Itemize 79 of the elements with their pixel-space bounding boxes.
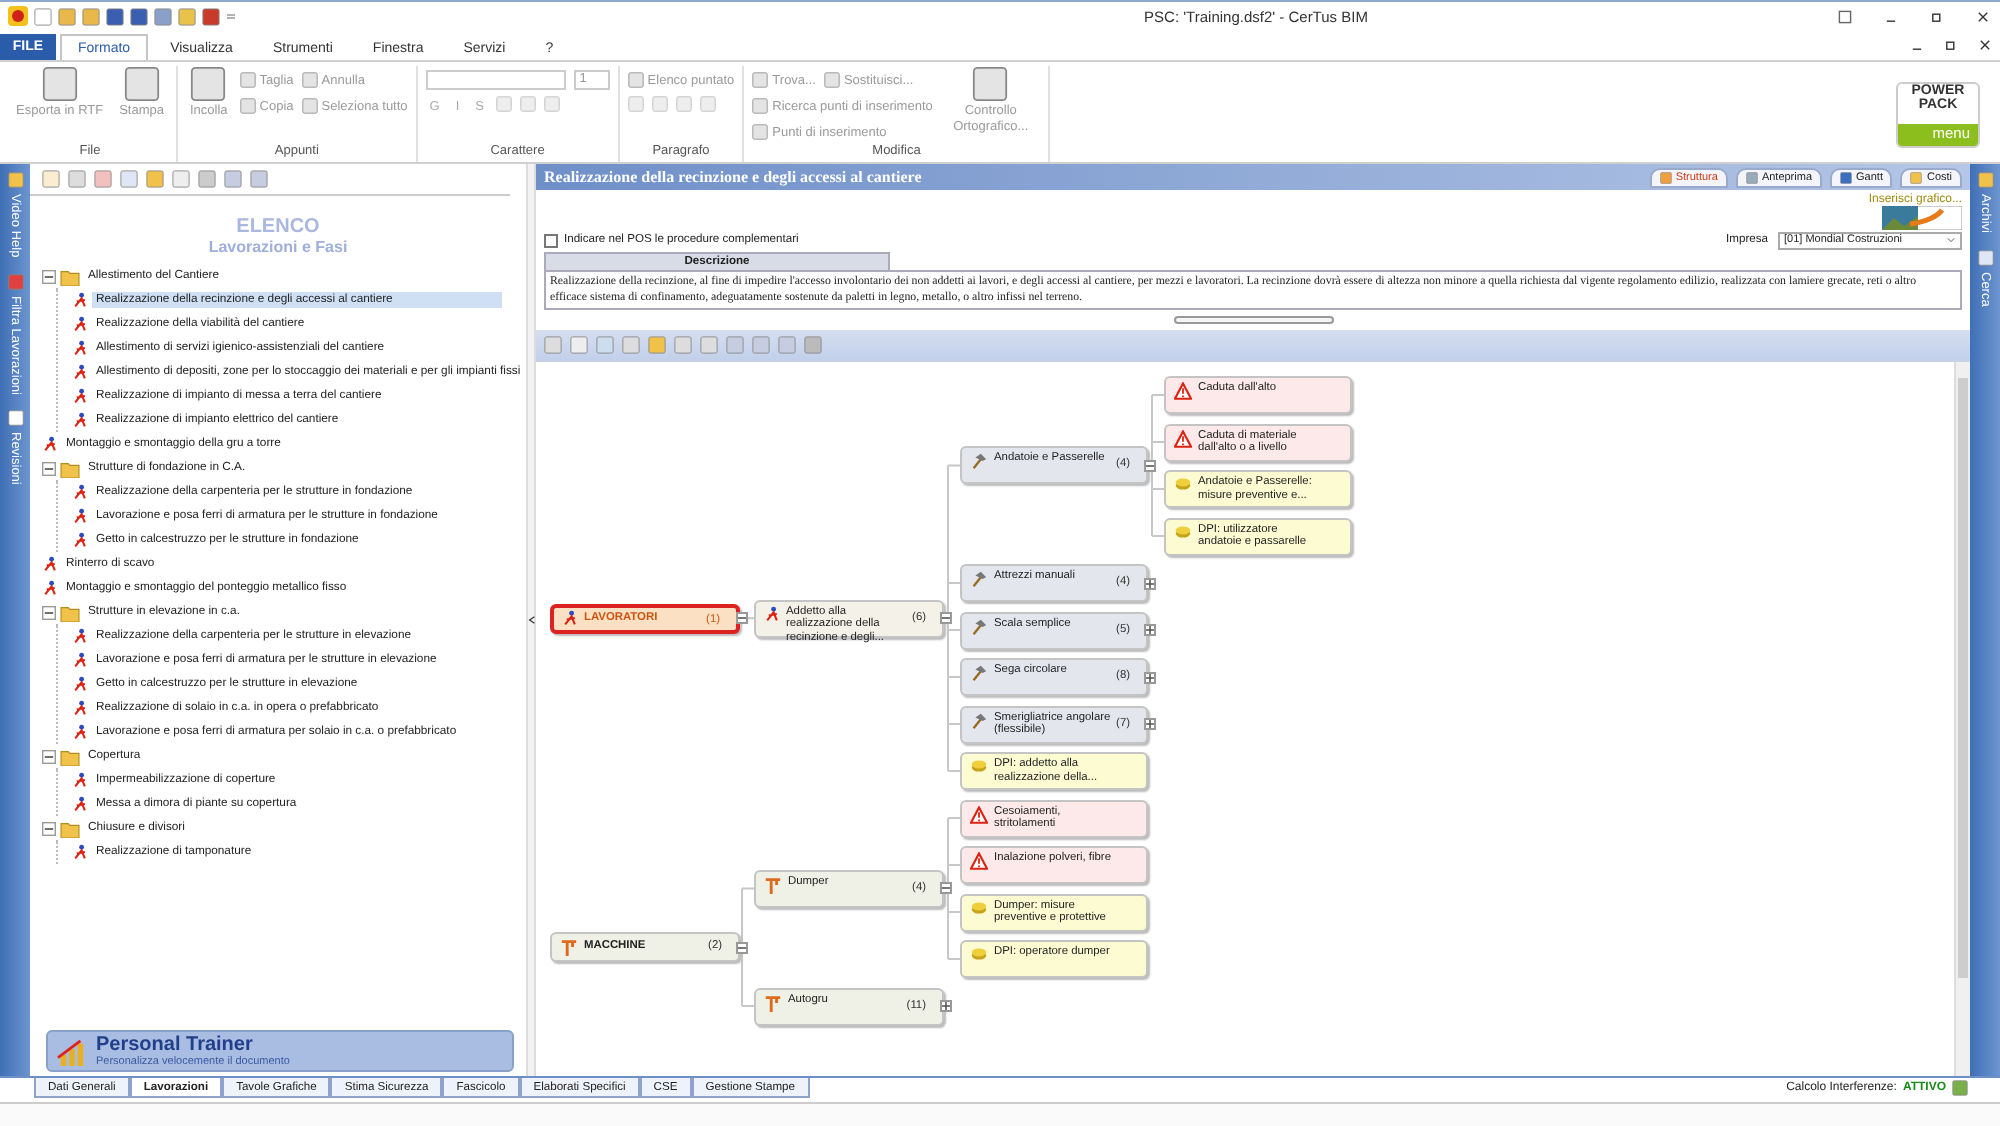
worker-icon — [72, 844, 88, 860]
worker-icon — [562, 610, 578, 627]
banner-title: Personal Trainer — [96, 1035, 255, 1055]
detail-title: Realizzazione della recinzione e degli accessi al cantiere — [544, 168, 922, 186]
image-arrow-icon — [1882, 206, 1962, 230]
growth-chart-icon — [56, 1037, 88, 1065]
side-tab-icon — [7, 273, 23, 290]
worker-icon — [42, 436, 58, 452]
worker-icon — [72, 508, 88, 524]
worker-icon — [72, 292, 88, 308]
collapse-icon[interactable] — [940, 612, 952, 625]
scrollbar[interactable] — [1954, 362, 1970, 1076]
warning-icon — [1174, 382, 1192, 400]
crane-icon — [764, 875, 782, 894]
font-field[interactable] — [425, 70, 566, 90]
worker-icon — [72, 676, 88, 692]
tab-icon — [1840, 171, 1853, 183]
coins-icon — [970, 758, 988, 774]
collapse-icon[interactable] — [940, 882, 952, 895]
coins-icon — [1174, 523, 1192, 539]
checkbox[interactable] — [544, 233, 558, 247]
warning-icon — [1174, 429, 1192, 447]
worker-icon — [764, 605, 780, 622]
coins-icon — [970, 899, 988, 915]
worker-icon — [72, 796, 88, 812]
worker-icon — [72, 772, 88, 788]
app-logo-icon — [8, 6, 28, 26]
worker-icon — [42, 580, 58, 596]
collapse-icon[interactable] — [736, 612, 748, 625]
tab-icon — [1659, 171, 1672, 183]
warning-icon — [970, 852, 988, 870]
worker-icon — [72, 340, 88, 356]
worker-icon — [72, 388, 88, 404]
expand-icon[interactable] — [940, 1000, 952, 1012]
connector-line — [741, 887, 755, 1007]
close-icon — [1978, 38, 1992, 52]
expand-icon[interactable] — [1144, 624, 1156, 636]
worker-icon — [72, 724, 88, 740]
worker-icon — [42, 556, 58, 572]
expand-icon[interactable] — [1144, 718, 1156, 730]
hammer-icon — [970, 617, 988, 635]
warning-icon — [970, 805, 988, 823]
caret-icon — [1946, 236, 1956, 244]
crane-icon — [764, 993, 782, 1011]
expand-icon[interactable] — [1144, 577, 1156, 589]
coins-icon — [970, 946, 988, 962]
side-tab-icon — [1977, 172, 1993, 188]
connector-line — [947, 817, 961, 960]
worker-icon — [72, 628, 88, 644]
worker-icon — [72, 532, 88, 548]
worker-icon — [72, 652, 88, 668]
collapse-icon[interactable] — [1144, 459, 1156, 472]
tab-icon — [1910, 171, 1923, 183]
worker-icon — [72, 484, 88, 500]
crane-icon — [560, 938, 578, 957]
collapse-icon[interactable] — [736, 941, 748, 954]
connector-line — [1151, 394, 1165, 537]
hammer-icon — [970, 664, 988, 682]
side-tab-icon — [1977, 249, 1993, 266]
worker-icon — [72, 700, 88, 716]
list-title: ELENCO — [234, 216, 322, 238]
restore-icon — [1944, 38, 1958, 52]
tab-icon — [1745, 171, 1758, 183]
hammer-icon — [970, 711, 988, 729]
worker-icon — [72, 364, 88, 380]
expand-icon[interactable] — [1144, 671, 1156, 683]
status-icon — [1952, 1080, 1968, 1096]
resize-handle[interactable] — [1173, 316, 1333, 324]
side-tab-icon — [7, 410, 23, 427]
close-icon — [1973, 9, 1992, 23]
coins-icon — [1174, 476, 1192, 492]
list-subtitle: Lavorazioni e Fasi — [206, 238, 350, 256]
dropdown-icon — [226, 11, 236, 21]
worker-icon — [72, 412, 88, 428]
hammer-icon — [970, 570, 988, 588]
worker-icon — [72, 316, 88, 332]
hammer-icon — [970, 452, 988, 471]
side-tab-icon — [7, 172, 23, 188]
ribbon-display-icon — [1835, 9, 1854, 23]
